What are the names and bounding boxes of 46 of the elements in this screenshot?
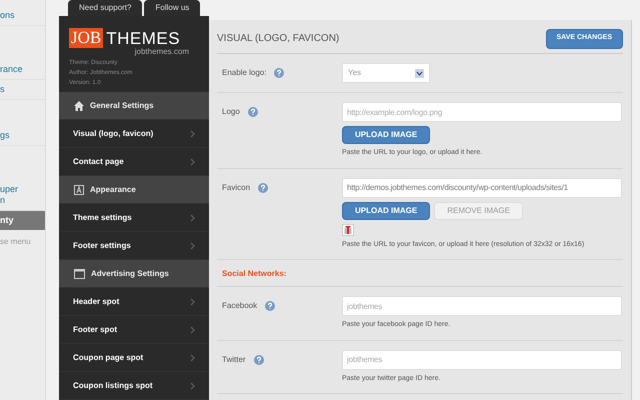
url-input-field[interactable]: jobthemes <box>342 296 622 316</box>
admin-menu-item[interactable]: s <box>0 80 45 100</box>
help-icon[interactable] <box>254 354 264 364</box>
help-icon[interactable] <box>274 68 284 78</box>
help-icon[interactable] <box>248 107 258 117</box>
logo-text: THEMES <box>106 30 180 48</box>
logo-box-text: JOB <box>69 28 104 48</box>
top-tab[interactable]: Need support? <box>68 0 142 16</box>
section-title: Appearance <box>90 184 136 196</box>
admin-menu-item[interactable]: gs <box>0 126 45 146</box>
admin-menu-item[interactable]: rance <box>0 60 45 80</box>
collapse-menu-link[interactable]: se menu <box>0 236 45 248</box>
url-input-field[interactable]: http://demos.jobthemes.com/discounty/wp-content/uploads/sites/1 <box>342 178 622 198</box>
chevron-right-icon <box>190 298 195 306</box>
letter-a-icon <box>74 184 84 194</box>
chevron-right-icon <box>190 130 195 138</box>
field-label: Twitter <box>222 354 246 366</box>
site-url: jobthemes.com <box>134 46 190 58</box>
field-label: Facebook <box>222 300 258 312</box>
page-title: VISUAL (LOGO, FAVICON) <box>217 32 340 46</box>
help-icon[interactable] <box>258 182 268 192</box>
url-input-field[interactable]: http://example.com/logo.png <box>342 102 622 122</box>
admin-menu-item[interactable]: ons <box>0 6 45 26</box>
field-label: Logo <box>222 106 240 118</box>
chevron-right-icon <box>190 354 195 362</box>
chevron-right-icon <box>190 382 195 390</box>
section-heading: Social Networks: <box>217 260 623 287</box>
window-icon <box>74 268 85 278</box>
enable-logo-select[interactable]: Yes <box>342 63 430 83</box>
remove-image-button[interactable]: REMOVE IMAGE <box>434 202 523 220</box>
field-label: Favicon <box>222 182 250 194</box>
section-title: Advertising Settings <box>91 268 169 280</box>
chevron-right-icon <box>190 326 195 334</box>
home-icon <box>74 100 84 110</box>
chevron-right-icon <box>190 242 195 250</box>
section-title: General Settings <box>90 100 154 112</box>
upload-image-button[interactable]: UPLOAD IMAGE <box>342 126 430 144</box>
dropdown-arrow-icon <box>415 68 424 78</box>
field-label: Enable logo: <box>222 67 266 79</box>
top-tab[interactable]: Follow us <box>144 0 200 16</box>
url-input-field[interactable]: jobthemes <box>342 350 622 370</box>
help-icon[interactable] <box>265 301 276 311</box>
chevron-right-icon <box>190 158 195 166</box>
chevron-right-icon <box>190 214 195 222</box>
upload-image-button[interactable]: UPLOAD IMAGE <box>342 202 430 220</box>
admin-menu-item[interactable]: nty <box>0 211 45 230</box>
